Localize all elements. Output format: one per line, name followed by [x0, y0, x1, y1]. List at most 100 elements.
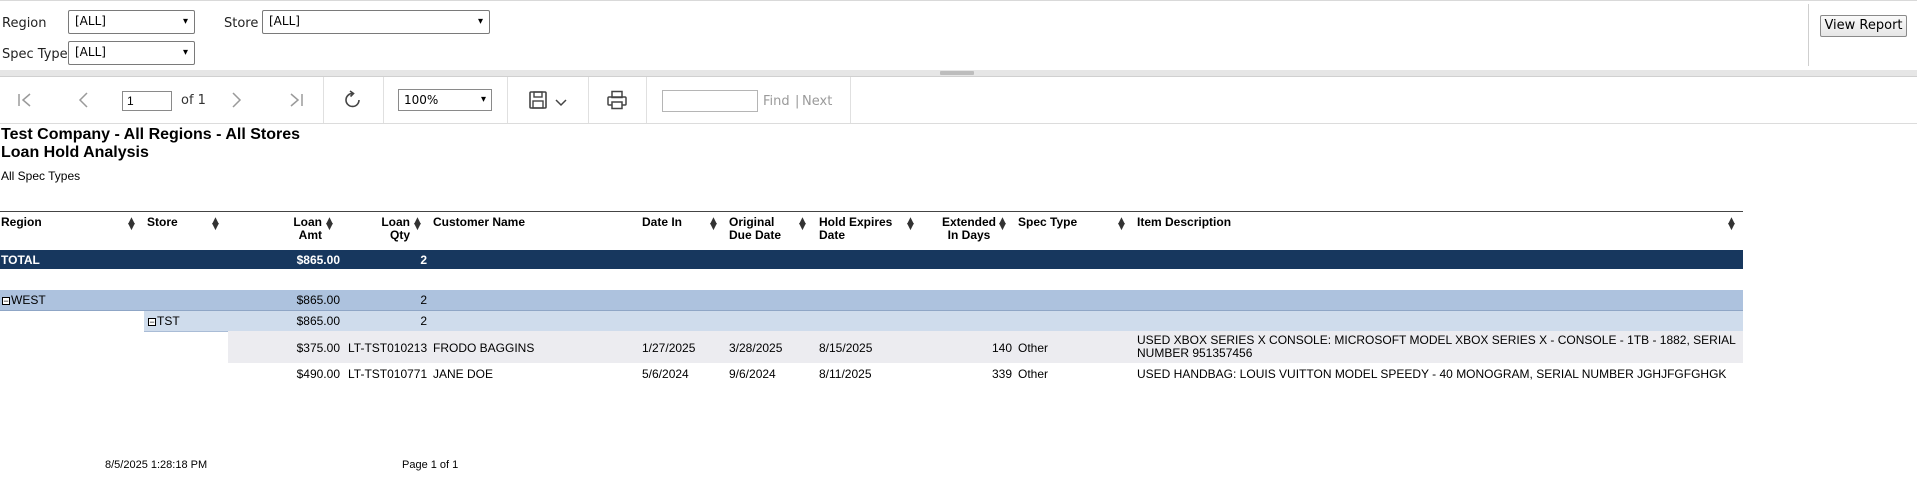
zoom-select[interactable]: 100% ▾ — [398, 89, 492, 111]
loan-number-cell: LT-TST010771 — [348, 367, 428, 381]
spec-type-label: Spec Type — [2, 47, 68, 62]
table-header-rule — [0, 211, 1743, 212]
first-page-icon[interactable] — [16, 92, 34, 108]
toolbar-separator — [383, 77, 384, 123]
total-row — [0, 250, 1743, 269]
column-header-hold-expires-line2: Date — [819, 228, 846, 242]
sort-icon[interactable]: ▲ ▼ — [907, 217, 914, 232]
refresh-icon[interactable] — [342, 89, 364, 111]
extended-days-cell: 339 — [991, 367, 1012, 381]
sort-icon[interactable]: ▲ ▼ — [128, 217, 135, 232]
sort-icon[interactable]: ▲ ▼ — [414, 217, 421, 232]
item-description-line2: NUMBER 951357456 — [1137, 346, 1253, 360]
column-header-loan-amt: Loan Amt — [285, 216, 322, 242]
column-header-spec-type: Spec Type — [1018, 215, 1078, 229]
chevron-down-icon: ▾ — [477, 16, 483, 27]
page-count-label: of 1 — [181, 93, 206, 108]
toolbar-separator — [850, 77, 851, 123]
next-page-icon[interactable] — [230, 92, 244, 108]
original-due-date-cell: 3/28/2025 — [729, 341, 783, 355]
chevron-down-icon: ▾ — [480, 94, 486, 105]
column-header-original-due-date: Original Due Date — [729, 216, 781, 242]
report-subtitle: Loan Hold Analysis — [1, 144, 149, 161]
date-in-cell: 1/27/2025 — [642, 341, 696, 355]
collapse-icon[interactable]: − — [148, 317, 156, 326]
spec-type-cell: Other — [1018, 367, 1049, 381]
region-group-label: WEST — [11, 293, 46, 307]
region-select[interactable]: [ALL] ▾ — [68, 10, 195, 34]
extended-days-cell: 140 — [991, 341, 1012, 355]
sort-icon[interactable]: ▲ ▼ — [212, 217, 219, 232]
column-header-region: Region — [1, 215, 42, 229]
column-header-loan-amt-line2: Amt — [298, 228, 322, 242]
region-group-amount: $865.00 — [296, 293, 340, 307]
hold-expires-date-cell: 8/11/2025 — [819, 367, 872, 381]
store-group-amount: $865.00 — [296, 314, 340, 328]
column-header-loan-qty-line2: Qty — [389, 228, 410, 242]
splitter-grip-icon[interactable] — [940, 71, 974, 75]
column-header-date-in: Date In — [642, 215, 683, 229]
region-group-cell: − WEST — [2, 293, 46, 307]
item-description-cell: USED XBOX SERIES X CONSOLE: MICROSOFT MO… — [1137, 334, 1736, 360]
total-qty: 2 — [420, 253, 427, 267]
column-header-loan-qty: Loan Qty — [370, 216, 410, 242]
store-group-qty: 2 — [420, 314, 427, 328]
toolbar-separator — [646, 77, 647, 123]
find-input[interactable] — [662, 90, 758, 112]
parameter-divider — [1808, 4, 1809, 66]
hold-expires-date-cell: 8/15/2025 — [819, 341, 873, 355]
print-icon[interactable] — [606, 90, 628, 110]
next-link[interactable]: Next — [802, 94, 832, 109]
toolbar-separator — [588, 77, 589, 123]
column-header-customer-name: Customer Name — [433, 215, 526, 229]
spec-type-select-value: [ALL] — [75, 45, 106, 59]
store-group-label: TST — [157, 314, 180, 328]
total-label: TOTAL — [1, 253, 40, 267]
previous-page-icon[interactable] — [76, 92, 90, 108]
total-amount: $865.00 — [296, 253, 340, 267]
report-title: Test Company - All Regions - All Stores — [1, 126, 300, 143]
column-header-extended-line2: In Days — [947, 228, 991, 242]
loan-amount-cell: $375.00 — [296, 341, 340, 355]
sort-icon[interactable]: ▲ ▼ — [326, 217, 333, 232]
loan-amount-cell: $490.00 — [296, 367, 340, 381]
sort-icon[interactable]: ▲ ▼ — [710, 217, 717, 232]
store-select-value: [ALL] — [269, 14, 300, 28]
store-label: Store — [224, 16, 259, 31]
last-page-icon[interactable] — [287, 92, 305, 108]
item-description-cell: USED HANDBAG: LOUIS VUITTON MODEL SPEEDY… — [1137, 367, 1727, 381]
store-group-cell: − TST — [148, 314, 180, 328]
original-due-date-cell: 9/6/2024 — [729, 367, 776, 381]
find-separator: | — [795, 94, 800, 109]
toolbar-separator — [323, 77, 324, 123]
region-group-row — [0, 290, 1743, 311]
chevron-down-icon[interactable] — [555, 99, 567, 107]
region-group-qty: 2 — [420, 293, 427, 307]
chevron-down-icon: ▾ — [182, 16, 188, 27]
region-label: Region — [2, 16, 47, 31]
find-link[interactable]: Find — [763, 94, 790, 109]
region-select-value: [ALL] — [75, 14, 106, 28]
column-header-extended-in-days: Extended In Days — [942, 216, 996, 242]
spec-type-cell: Other — [1018, 341, 1049, 355]
column-header-original-due-line2: Due Date — [729, 228, 782, 242]
loan-number-cell: LT-TST010213 — [348, 341, 428, 355]
save-icon[interactable] — [528, 90, 548, 110]
collapse-icon[interactable]: − — [2, 296, 10, 305]
sort-icon[interactable]: ▲ ▼ — [999, 217, 1006, 232]
view-report-button[interactable]: View Report — [1820, 15, 1907, 37]
sort-icon[interactable]: ▲ ▼ — [1728, 217, 1735, 232]
sort-icon[interactable]: ▲ ▼ — [799, 217, 806, 232]
zoom-select-value: 100% — [404, 93, 439, 107]
chevron-down-icon: ▾ — [182, 47, 188, 58]
store-select[interactable]: [ALL] ▾ — [262, 10, 490, 34]
date-in-cell: 5/6/2024 — [642, 367, 689, 381]
customer-name-cell: JANE DOE — [433, 367, 494, 381]
spec-type-select[interactable]: [ALL] ▾ — [68, 41, 195, 65]
sort-icon[interactable]: ▲ ▼ — [1118, 217, 1125, 232]
page-number-input[interactable] — [122, 91, 172, 111]
customer-name-cell: FRODO BAGGINS — [433, 341, 535, 355]
column-header-store: Store — [147, 215, 178, 229]
report-filter-text: All Spec Types — [1, 169, 81, 183]
column-header-item-description: Item Description — [1137, 215, 1232, 229]
